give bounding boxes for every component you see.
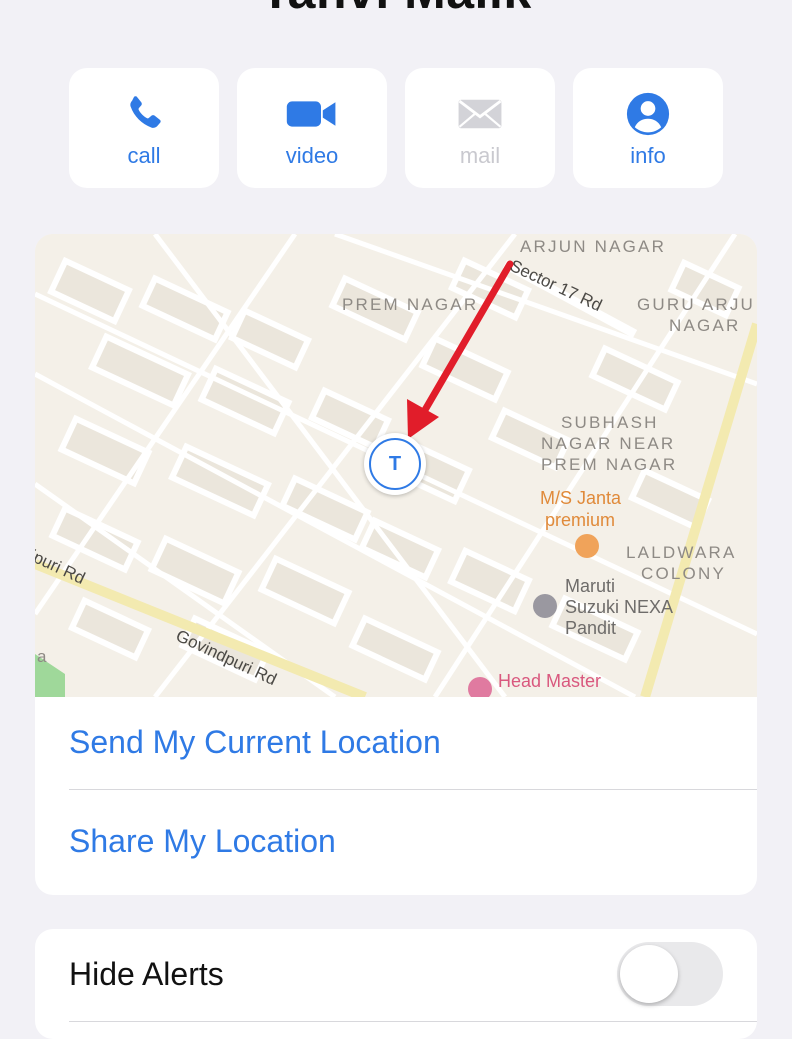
label-guru-arju-1: GURU ARJU xyxy=(637,295,756,314)
person-circle-icon xyxy=(573,92,723,136)
label-guru-arju-2: NAGAR xyxy=(669,316,741,335)
label-prem-nagar: PREM NAGAR xyxy=(342,295,479,314)
label-subhash-2: NAGAR NEAR xyxy=(541,434,676,453)
video-label: video xyxy=(285,143,339,168)
divider xyxy=(69,1021,757,1022)
envelope-icon xyxy=(405,92,555,136)
settings-card: Hide Alerts xyxy=(35,929,757,1039)
location-card: ARJUN NAGAR PREM NAGAR GURU ARJU NAGAR S… xyxy=(35,234,757,895)
divider xyxy=(69,789,757,790)
contact-location-marker[interactable]: T xyxy=(364,433,426,495)
poi-maruti-3: Pandit xyxy=(565,618,617,638)
shop-icon xyxy=(575,534,599,558)
phone-icon xyxy=(69,92,219,136)
toggle-knob xyxy=(620,945,678,1003)
info-button[interactable]: info xyxy=(573,68,723,188)
label-subhash-1: SUBHASH xyxy=(561,413,659,432)
poi-janta-2: premium xyxy=(545,510,616,530)
poi-janta-1: M/S Janta xyxy=(540,488,622,508)
label-arjun-nagar: ARJUN NAGAR xyxy=(520,237,667,256)
mail-button[interactable]: mail xyxy=(405,68,555,188)
hide-alerts-toggle[interactable] xyxy=(617,942,723,1006)
marker-initial: T xyxy=(369,438,421,490)
location-map[interactable]: ARJUN NAGAR PREM NAGAR GURU ARJU NAGAR S… xyxy=(35,234,757,697)
label-laldwara-1: LALDWARA xyxy=(626,543,737,562)
send-current-location-link[interactable]: Send My Current Location xyxy=(69,724,441,761)
label-laldwara-2: COLONY xyxy=(641,564,726,583)
video-camera-icon xyxy=(237,92,387,136)
poi-maruti-2: Suzuki NEXA xyxy=(565,597,674,617)
poi-head-master: Head Master xyxy=(498,671,602,691)
label-a: a xyxy=(37,647,49,666)
car-dealer-icon xyxy=(533,594,557,618)
video-button[interactable]: video xyxy=(237,68,387,188)
poi-maruti-1: Maruti xyxy=(565,576,616,596)
call-button[interactable]: call xyxy=(69,68,219,188)
mail-label: mail xyxy=(459,143,501,168)
call-label: call xyxy=(127,143,161,168)
contact-name: Tanvi Malik xyxy=(0,0,792,20)
hide-alerts-label: Hide Alerts xyxy=(69,956,224,992)
share-location-link[interactable]: Share My Location xyxy=(69,823,336,860)
label-subhash-3: PREM NAGAR xyxy=(541,455,678,474)
info-label: info xyxy=(630,143,666,168)
